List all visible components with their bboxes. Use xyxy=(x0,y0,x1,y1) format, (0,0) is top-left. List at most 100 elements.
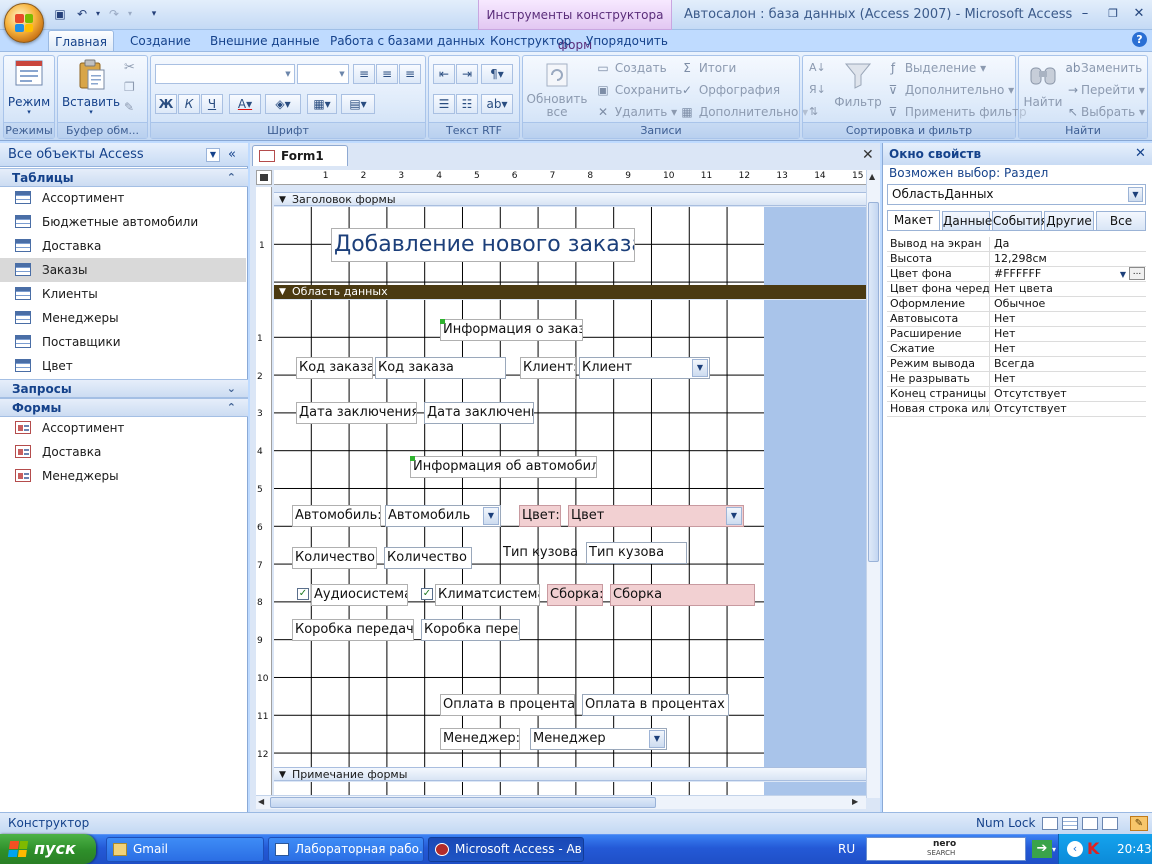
selection-button[interactable]: ƒ Выделение ▾ xyxy=(885,58,986,78)
nav-item-table[interactable]: Клиенты xyxy=(0,282,246,306)
property-value[interactable]: Обычное xyxy=(992,297,1146,311)
sort-descending-icon[interactable]: Я↓ xyxy=(809,80,826,100)
view-button[interactable]: Режим ▾ xyxy=(6,58,52,116)
textbox-quantity[interactable]: Количество xyxy=(384,547,472,569)
nav-item-table-selected[interactable]: Заказы xyxy=(0,258,246,282)
document-tab-form1[interactable]: Form1 xyxy=(252,145,348,166)
nav-section-queries[interactable]: Запросы ⌄ xyxy=(0,379,248,398)
gridlines-icon[interactable]: ▦▾ xyxy=(307,94,337,114)
tray-show-hidden-icon[interactable]: ‹ xyxy=(1067,841,1083,857)
undo-icon[interactable]: ↶ xyxy=(74,6,90,22)
form-footer-grid[interactable] xyxy=(274,782,764,795)
save-icon[interactable]: ▣ xyxy=(52,6,68,22)
label-assembly[interactable]: Сборка: xyxy=(547,584,603,606)
prop-tab-events[interactable]: События xyxy=(992,211,1048,230)
go-arrow-icon[interactable]: ➔ xyxy=(1032,840,1052,858)
form-view-icon[interactable] xyxy=(1042,817,1058,830)
fill-color-icon[interactable]: ◈▾ xyxy=(265,94,301,114)
textbox-contract-date[interactable]: Дата заключения xyxy=(424,402,534,424)
totals-button[interactable]: Σ Итоги xyxy=(679,58,736,78)
chevron-down-icon[interactable]: ▼ xyxy=(1128,187,1143,202)
goto-button[interactable]: → Перейти ▾ xyxy=(1065,80,1145,100)
scroll-right-icon[interactable]: ▶ xyxy=(852,797,858,806)
language-indicator[interactable]: RU xyxy=(838,834,855,864)
vertical-scroll-thumb[interactable] xyxy=(868,202,879,562)
property-row[interactable]: Расширение Нет xyxy=(887,327,1146,342)
font-name-combo[interactable]: ▼ xyxy=(155,64,295,84)
label-client[interactable]: Клиент: xyxy=(520,357,576,379)
prop-tab-data[interactable]: Данные xyxy=(942,211,992,230)
scroll-left-icon[interactable]: ◀ xyxy=(258,797,264,806)
property-row[interactable]: Сжатие Нет xyxy=(887,342,1146,357)
highlight-icon[interactable]: ab▾ xyxy=(481,94,513,114)
property-value[interactable]: 12,298см xyxy=(992,252,1146,266)
form-selector[interactable] xyxy=(256,170,272,185)
alternate-fill-icon[interactable]: ▤▾ xyxy=(341,94,375,114)
property-value[interactable]: Нет xyxy=(992,312,1146,326)
label-order-code[interactable]: Код заказа: xyxy=(296,357,373,379)
textbox-assembly[interactable]: Сборка xyxy=(610,584,755,606)
textbox-order-code[interactable]: Код заказа xyxy=(375,357,506,379)
property-row[interactable]: Цвет фона чередо Нет цвета xyxy=(887,282,1146,297)
new-record-button[interactable]: ▭ Создать xyxy=(595,58,666,78)
layout-view-icon[interactable] xyxy=(1102,817,1118,830)
scroll-up-icon[interactable]: ▲ xyxy=(869,172,875,181)
combo-color[interactable]: Цвет ▼ xyxy=(568,505,744,527)
nav-menu-dropdown-icon[interactable]: ▼ xyxy=(206,148,220,162)
nav-item-table[interactable]: Менеджеры xyxy=(0,306,246,330)
numbering-icon[interactable]: ☷ xyxy=(456,94,478,114)
combo-manager[interactable]: Менеджер ▼ xyxy=(530,728,667,750)
property-row[interactable]: Конец страницы Отсутствует xyxy=(887,387,1146,402)
bold-icon[interactable]: Ж xyxy=(155,94,177,114)
form-title-label[interactable]: Добавление нового заказа xyxy=(331,228,635,262)
label-order-info[interactable]: Информация о заказе xyxy=(440,319,583,341)
save-record-button[interactable]: ▣ Сохранить xyxy=(595,80,682,100)
delete-record-button[interactable]: ✕ Удалить ▾ xyxy=(595,102,677,122)
label-car-info[interactable]: Информация об автомобиле xyxy=(410,456,597,478)
property-value[interactable]: Отсутствует xyxy=(992,387,1146,401)
clear-sort-icon[interactable]: ⇅ xyxy=(809,102,818,122)
restore-icon[interactable]: ❐ xyxy=(1100,4,1126,24)
property-row[interactable]: Вывод на экран Да xyxy=(887,237,1146,252)
start-button[interactable]: пуск xyxy=(0,834,96,864)
nav-section-tables[interactable]: Таблицы ⌃ xyxy=(0,168,248,187)
label-gearbox[interactable]: Коробка передач: xyxy=(292,619,414,641)
prop-tab-other[interactable]: Другие xyxy=(1044,211,1094,230)
select-button[interactable]: ↖ Выбрать ▾ xyxy=(1065,102,1145,122)
nero-search-box[interactable]: nero SEARCH xyxy=(866,837,1026,861)
filter-button[interactable]: Фильтр xyxy=(833,60,883,109)
paste-button[interactable]: Вставить ▾ xyxy=(60,58,122,116)
redo-dropdown-icon[interactable]: ▾ xyxy=(122,6,138,22)
section-bar-form-header[interactable]: ▼ Заголовок формы xyxy=(274,192,866,206)
property-row[interactable]: Автовысота Нет xyxy=(887,312,1146,327)
close-icon[interactable]: ✕ xyxy=(1126,4,1152,24)
property-value[interactable]: Да xyxy=(992,237,1146,251)
property-value[interactable]: Нет xyxy=(992,327,1146,341)
close-document-icon[interactable]: ✕ xyxy=(862,147,874,163)
nav-item-form[interactable]: Ассортимент xyxy=(0,416,246,440)
align-right-icon[interactable]: ≡ xyxy=(399,64,421,84)
prop-tab-layout[interactable]: Макет xyxy=(887,210,940,230)
builder-button-icon[interactable]: ... xyxy=(1129,267,1145,280)
tab-external-data[interactable]: Внешние данные xyxy=(204,30,325,52)
underline-icon[interactable]: Ч xyxy=(201,94,223,114)
close-property-sheet-icon[interactable]: ✕ xyxy=(1135,143,1146,165)
chevron-down-icon[interactable]: ▼ xyxy=(649,730,665,748)
object-selector-combo[interactable]: ОбластьДанных ▼ xyxy=(887,184,1146,205)
nav-item-table[interactable]: Цвет xyxy=(0,354,246,378)
undo-dropdown-icon[interactable]: ▾ xyxy=(90,6,106,22)
chevron-down-icon[interactable]: ▼ xyxy=(483,507,499,525)
textbox-payment-percent[interactable]: Оплата в процентах xyxy=(582,694,729,716)
taskbar-button-access[interactable]: Microsoft Access - Ав... xyxy=(428,837,584,862)
tab-arrange[interactable]: Упорядочить xyxy=(580,30,674,52)
combo-client[interactable]: Клиент ▼ xyxy=(579,357,710,379)
nav-item-table[interactable]: Поставщики xyxy=(0,330,246,354)
align-center-icon[interactable]: ≡ xyxy=(376,64,398,84)
datasheet-view-icon[interactable] xyxy=(1062,817,1078,830)
help-icon[interactable]: ? xyxy=(1132,32,1147,47)
vertical-ruler[interactable]: 1 1 2 3 4 5 6 7 8 9 10 11 12 xyxy=(256,187,272,797)
taskbar-button-gmail[interactable]: Gmail xyxy=(106,837,264,862)
property-value[interactable]: Нет xyxy=(992,342,1146,356)
copy-icon[interactable]: ❐ xyxy=(124,80,135,94)
bullets-icon[interactable]: ☰ xyxy=(433,94,455,114)
